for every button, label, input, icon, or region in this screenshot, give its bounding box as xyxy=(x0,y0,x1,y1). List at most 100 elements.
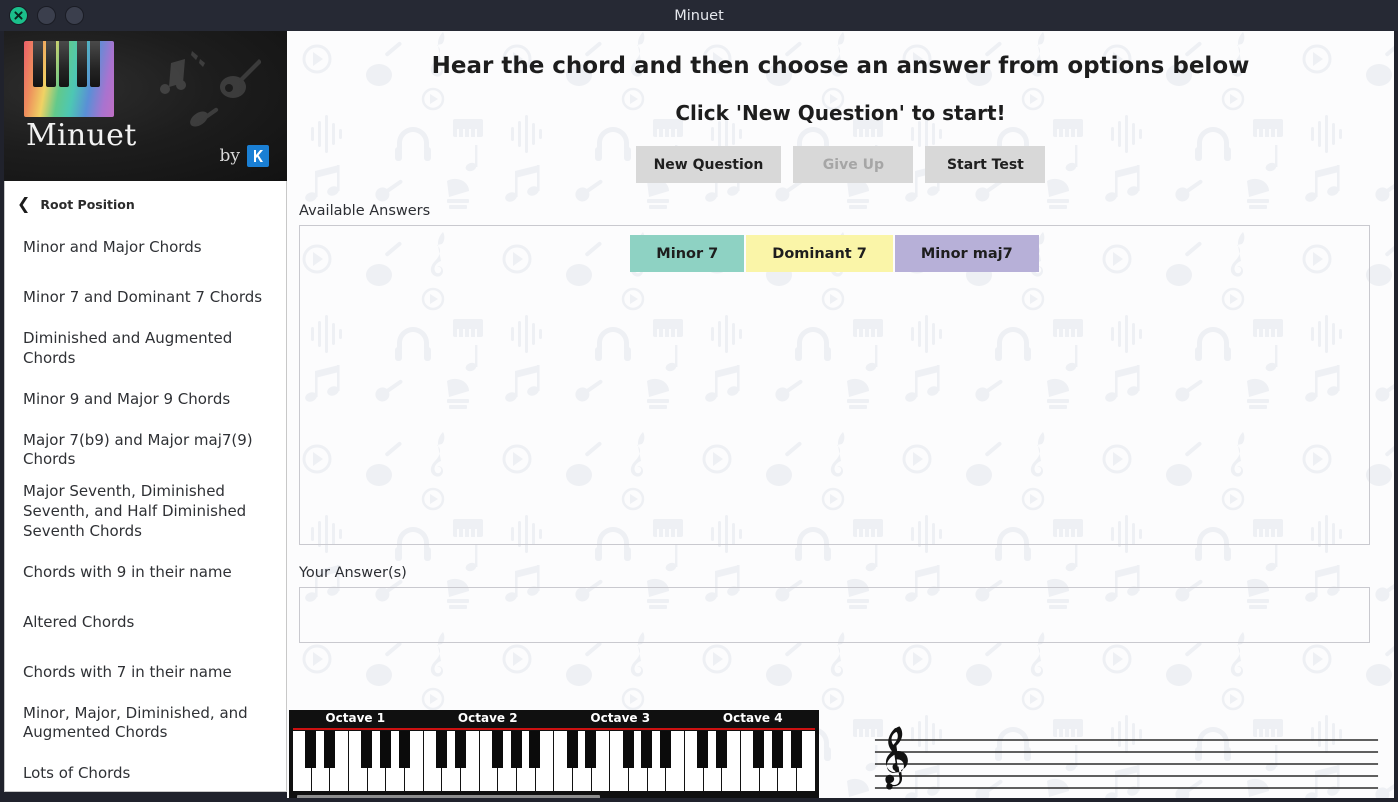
piano-white-key[interactable] xyxy=(554,731,578,791)
app-logo: Minuet xyxy=(24,41,136,153)
piano-black-key[interactable] xyxy=(641,731,653,768)
sidebar-item-minor7-dominant7[interactable]: Minor 7 and Dominant 7 Chords xyxy=(5,273,286,323)
brand-panel: Minuet by xyxy=(4,31,287,181)
piano-scrollbar-thumb[interactable] xyxy=(297,795,600,798)
sidebar-item-lots-of-chords[interactable]: Lots of Chords xyxy=(5,749,286,791)
piano-black-key[interactable] xyxy=(697,731,709,768)
vendor-credit-label: by xyxy=(219,146,241,166)
main-content: Hear the chord and then choose an answer… xyxy=(287,31,1394,798)
window-controls xyxy=(9,6,84,25)
bottom-row: Octave 1 Octave 2 Octave 3 Octave 4 xyxy=(287,710,1394,798)
sidebar-item-label: Chords with 9 in their name xyxy=(23,562,232,581)
kde-logo-icon xyxy=(247,145,269,167)
answer-chip-row: Minor 7 Dominant 7 Minor maj7 xyxy=(300,226,1369,272)
piano-white-key[interactable] xyxy=(423,731,447,791)
give-up-button[interactable]: Give Up xyxy=(793,146,914,183)
sidebar-item-label: Diminished and Augmented Chords xyxy=(23,329,233,367)
piano-white-key[interactable] xyxy=(479,731,503,791)
piano-black-key[interactable] xyxy=(771,731,783,768)
main-right-edge xyxy=(1390,31,1394,798)
octave-label-bar: Octave 1 Octave 2 Octave 3 Octave 4 xyxy=(289,710,819,728)
prompt-call-to-action: Click 'New Question' to start! xyxy=(675,101,1006,125)
chevron-left-icon: ❮ xyxy=(17,194,31,213)
sidebar-item-minor-major[interactable]: Minor and Major Chords xyxy=(5,223,286,273)
sidebar-item-label: Lots of Chords xyxy=(23,764,131,783)
your-answers-label: Your Answer(s) xyxy=(299,565,407,581)
titlebar: Minuet xyxy=(0,0,1398,31)
answer-chip-minor-7[interactable]: Minor 7 xyxy=(630,235,745,272)
piano-black-key[interactable] xyxy=(566,731,578,768)
window-body: Minuet by ❮ Root Position Minor and Majo… xyxy=(4,31,1394,798)
treble-clef-icon xyxy=(885,726,908,790)
octave-label: Octave 4 xyxy=(722,711,783,725)
sidebar-item-label: Minor 9 and Major 9 Chords xyxy=(23,389,231,408)
piano-black-key[interactable] xyxy=(398,731,410,768)
piano-black-key[interactable] xyxy=(790,731,802,768)
piano-black-key[interactable] xyxy=(753,731,765,768)
piano-black-key[interactable] xyxy=(659,731,671,768)
piano-black-key[interactable] xyxy=(529,731,541,768)
sidebar-item-minor9-major9[interactable]: Minor 9 and Major 9 Chords xyxy=(5,375,286,425)
sidebar-item-label: Altered Chords xyxy=(23,612,135,631)
sidebar-item-label: Major 7(b9) and Major maj7(9) Chords xyxy=(23,430,253,469)
sidebar-back-button[interactable]: ❮ Root Position xyxy=(5,185,286,223)
sidebar-item-altered-chords[interactable]: Altered Chords xyxy=(5,598,286,648)
octave-label: Octave 1 xyxy=(325,711,386,725)
piano-keyboard[interactable]: Octave 1 Octave 2 Octave 3 Octave 4 xyxy=(289,710,819,798)
logo-piano-keys xyxy=(24,41,114,117)
start-test-button[interactable]: Start Test xyxy=(925,146,1046,183)
new-question-button[interactable]: New Question xyxy=(635,146,782,183)
your-answers-panel[interactable] xyxy=(299,587,1370,643)
piano-black-key[interactable] xyxy=(361,731,373,768)
piano-black-key[interactable] xyxy=(491,731,503,768)
answer-chip-dominant-7[interactable]: Dominant 7 xyxy=(746,235,893,272)
sidebar-item-label: Major Seventh, Diminished Seventh, and H… xyxy=(23,482,247,540)
sidebar-back-label: Root Position xyxy=(40,196,135,212)
sidebar-item-chords-with-7[interactable]: Chords with 7 in their name xyxy=(5,648,286,698)
piano-black-key[interactable] xyxy=(305,731,317,768)
sidebar-item-major-seventh-group[interactable]: Major Seventh, Diminished Seventh, and H… xyxy=(5,476,286,547)
action-button-row: New Question Give Up Start Test xyxy=(287,146,1394,183)
kde-k-glyph xyxy=(254,150,263,162)
available-answers-panel: Minor 7 Dominant 7 Minor maj7 xyxy=(299,225,1370,545)
answer-chip-minor-maj7[interactable]: Minor maj7 xyxy=(894,235,1039,272)
main-inner: Hear the chord and then choose an answer… xyxy=(287,53,1394,798)
piano-white-key[interactable] xyxy=(741,731,765,791)
your-answers-value xyxy=(300,588,1369,608)
octave-label: Octave 3 xyxy=(590,711,651,725)
available-answers-label: Available Answers xyxy=(299,203,431,219)
close-icon xyxy=(14,11,23,20)
app-window: Minuet Minuet by ❮ Root Position Minor a… xyxy=(0,0,1398,802)
piano-black-key[interactable] xyxy=(622,731,634,768)
piano-white-key[interactable] xyxy=(685,731,709,791)
piano-black-key[interactable] xyxy=(715,731,727,768)
piano-black-key[interactable] xyxy=(510,731,522,768)
piano-black-key[interactable] xyxy=(585,731,597,768)
sidebar: Minuet by ❮ Root Position Minor and Majo… xyxy=(4,31,287,792)
sidebar-item-chords-with-9[interactable]: Chords with 9 in their name xyxy=(5,548,286,598)
piano-black-key[interactable] xyxy=(379,731,391,768)
brand-decoration-instruments xyxy=(160,51,261,127)
sidebar-item-major7b9[interactable]: Major 7(b9) and Major maj7(9) Chords xyxy=(5,425,286,477)
sidebar-item-label: Minor, Major, Diminished, and Augmented … xyxy=(23,703,248,742)
prompt-instruction: Hear the chord and then choose an answer… xyxy=(431,53,1250,79)
sidebar-item-label: Minor and Major Chords xyxy=(23,238,202,257)
maximize-button[interactable] xyxy=(65,6,84,25)
sidebar-nav-list[interactable]: ❮ Root Position Minor and Major Chords M… xyxy=(4,181,287,792)
piano-black-key[interactable] xyxy=(454,731,466,768)
piano-white-key[interactable] xyxy=(293,731,317,791)
close-button[interactable] xyxy=(9,6,28,25)
piano-keys[interactable] xyxy=(293,731,815,791)
piano-black-key[interactable] xyxy=(435,731,447,768)
sidebar-item-minor-major-dim-aug[interactable]: Minor, Major, Diminished, and Augmented … xyxy=(5,698,286,750)
piano-white-key[interactable] xyxy=(349,731,373,791)
minimize-button[interactable] xyxy=(37,6,56,25)
vendor-credit: by xyxy=(219,145,269,167)
window-title: Minuet xyxy=(674,7,724,24)
sidebar-item-label: Chords with 7 in their name xyxy=(23,662,232,681)
piano-white-key[interactable] xyxy=(610,731,634,791)
music-staff-area xyxy=(869,710,1384,798)
sidebar-item-label: Minor 7 and Dominant 7 Chords xyxy=(23,288,263,307)
sidebar-item-diminished-augmented[interactable]: Diminished and Augmented Chords xyxy=(5,323,286,375)
piano-black-key[interactable] xyxy=(323,731,335,768)
